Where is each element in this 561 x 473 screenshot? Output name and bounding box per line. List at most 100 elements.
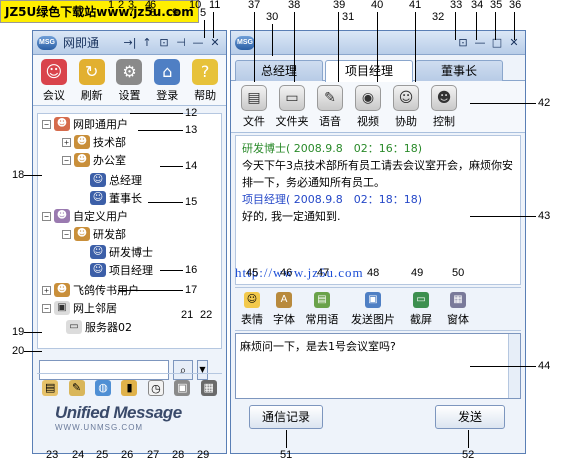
callout-label: 1 xyxy=(108,0,115,11)
globe-icon[interactable]: ◍ xyxy=(95,379,112,396)
user-group-icon: ☻ xyxy=(54,283,70,297)
left-titlebar[interactable]: MSG 网即通 →| ↑ ⊡ ⊣ — ✕ xyxy=(33,31,226,55)
tree-node-tech[interactable]: + ☻ 技术部 xyxy=(62,134,126,150)
tree-node-server[interactable]: ▭ 服务器02 xyxy=(66,319,132,335)
maximize-icon[interactable]: □ xyxy=(490,36,504,50)
message-text: 今天下午3点技术部所有员工请去会议室开会，麻烦你安排一下，务必通知所有员工。 xyxy=(242,159,513,189)
callout-label: 33 xyxy=(450,0,463,11)
tree-node-chairman[interactable]: ☺ 董事长 xyxy=(90,190,142,206)
login-label: 登录 xyxy=(156,89,179,102)
help-button[interactable]: ? 帮助 xyxy=(187,59,223,103)
settings-button[interactable]: ⚙ 设置 xyxy=(111,59,147,103)
callout-label: 25 xyxy=(96,449,109,461)
assist-button[interactable]: ☺ 协助 xyxy=(389,85,423,130)
collapse-icon[interactable]: − xyxy=(42,303,51,313)
refresh-button[interactable]: ↻ 刷新 xyxy=(74,59,110,103)
dock-right-icon[interactable]: →| xyxy=(123,36,137,50)
callout-label: 44 xyxy=(538,360,551,372)
user-group-icon: ☻ xyxy=(74,227,90,241)
tree-node-root[interactable]: − ☻ 网即通用户 xyxy=(42,116,128,132)
callout-label: 42 xyxy=(538,97,551,109)
send-file-label: 文件 xyxy=(243,115,265,128)
book-icon[interactable]: ▮ xyxy=(121,379,138,396)
settings-icon: ⚙ xyxy=(116,59,143,85)
tree-node-custom[interactable]: − ☻ 自定义用户 xyxy=(42,208,128,224)
font-label: 字体 xyxy=(273,313,295,326)
leader-line xyxy=(24,351,42,352)
callout-label: 23 xyxy=(46,449,59,461)
font-button[interactable]: A 字体 xyxy=(269,292,299,326)
callout-label: 15 xyxy=(185,196,198,208)
help-label: 帮助 xyxy=(194,89,217,102)
close-icon[interactable]: ✕ xyxy=(208,36,222,50)
collapse-icon[interactable]: − xyxy=(62,229,71,239)
leader-line xyxy=(118,290,183,291)
callout-label: 34 xyxy=(471,0,484,11)
collapse-icon[interactable]: − xyxy=(42,211,51,221)
save-icon[interactable]: ▣ xyxy=(174,379,191,396)
tree-node-pm[interactable]: ☺ 项目经理 xyxy=(90,262,153,278)
contact-tree[interactable]: − ☻ 网即通用户 + ☻ 技术部 − ☻ 办公室 ☺ 总经理 ☺ 董事长 − … xyxy=(37,113,222,349)
phrases-icon: ▤ xyxy=(314,292,330,308)
callout-label: 21 xyxy=(181,309,194,321)
tree-node-office[interactable]: − ☻ 办公室 xyxy=(62,152,126,168)
leader-line xyxy=(204,20,205,38)
callout-label: 13 xyxy=(185,124,198,136)
tree-node-doctor[interactable]: ☺ 研发博士 xyxy=(90,244,153,260)
collapse-icon[interactable]: − xyxy=(62,155,71,165)
notes-icon[interactable]: ✎ xyxy=(68,379,85,396)
tree-label: 办公室 xyxy=(93,154,126,167)
tab-chairman[interactable]: 董事长 xyxy=(415,60,503,81)
chat-tabs: 总经理 项目经理 董事长 xyxy=(231,55,525,82)
tree-label: 网上邻居 xyxy=(73,302,117,315)
window-label: 窗体 xyxy=(447,313,469,326)
phrases-button[interactable]: ▤ 常用语 xyxy=(301,292,343,326)
callout-label: 28 xyxy=(172,449,185,461)
message-sender: 研发博士 xyxy=(242,142,286,155)
expand-icon[interactable]: + xyxy=(42,285,51,295)
send-folder-button[interactable]: ▭ 文件夹 xyxy=(275,85,309,130)
video-label: 视频 xyxy=(357,115,379,128)
video-button[interactable]: ◉ 视频 xyxy=(351,85,385,130)
callout-label: 52 xyxy=(462,449,475,461)
meeting-button[interactable]: ☺ 会议 xyxy=(36,59,72,103)
tree-node-rnd[interactable]: − ☻ 研发部 xyxy=(62,226,126,242)
network-icon: ▣ xyxy=(54,301,70,315)
float-icon[interactable]: ⊡ xyxy=(157,36,171,50)
tab-gm[interactable]: 总经理 xyxy=(235,60,323,81)
send-button[interactable]: 发送 xyxy=(435,405,505,429)
leader-line xyxy=(415,12,416,82)
dock-top-icon[interactable]: ↑ xyxy=(140,36,154,50)
window-button[interactable]: ▦ 窗体 xyxy=(441,292,475,326)
callout-label: 36 xyxy=(509,0,522,11)
send-image-button[interactable]: ▣ 发送图片 xyxy=(345,292,401,326)
window-title: 网即通 xyxy=(63,36,100,50)
emoticon-button[interactable]: ☺ 表情 xyxy=(237,292,267,326)
login-button[interactable]: ⌂ 登录 xyxy=(149,59,185,103)
right-titlebar[interactable]: MSG ⊡ — □ ✕ xyxy=(231,31,525,55)
calculator-icon[interactable]: ▦ xyxy=(200,379,217,396)
bottom-toolbar: ▤ ✎ ◍ ▮ ◷ ▣ ▦ xyxy=(37,373,222,397)
user-icon: ☺ xyxy=(90,173,106,187)
pin-icon[interactable]: ⊣ xyxy=(174,36,188,50)
callout-label: 40 xyxy=(371,0,384,11)
tree-node-neighbors[interactable]: − ▣ 网上邻居 xyxy=(42,300,117,316)
send-file-button[interactable]: ▤ 文件 xyxy=(237,85,271,130)
clipboard-icon[interactable]: ▤ xyxy=(42,379,59,396)
send-image-icon: ▣ xyxy=(365,292,381,308)
voice-button[interactable]: ✎ 语音 xyxy=(313,85,347,130)
app-logo-icon: MSG xyxy=(37,35,57,50)
collapse-icon[interactable]: − xyxy=(42,119,51,129)
restore-icon[interactable]: ⊡ xyxy=(456,36,470,50)
user-group-icon: ☻ xyxy=(74,153,90,167)
expand-icon[interactable]: + xyxy=(62,137,71,147)
chat-history[interactable]: 研发博士( 2008.9.8 02：16：18) 今天下午3点技术部所有员工请去… xyxy=(235,135,521,285)
clock-icon[interactable]: ◷ xyxy=(147,379,164,396)
screenshot-button[interactable]: ▭ 截屏 xyxy=(403,292,439,326)
history-button[interactable]: 通信记录 xyxy=(249,405,323,429)
callout-label: 39 xyxy=(333,0,346,11)
minimize-icon[interactable]: — xyxy=(191,36,205,50)
user-group-icon: ☻ xyxy=(54,117,70,131)
remote-control-button[interactable]: ☻ 控制 xyxy=(427,85,461,130)
tree-node-gm[interactable]: ☺ 总经理 xyxy=(90,172,142,188)
